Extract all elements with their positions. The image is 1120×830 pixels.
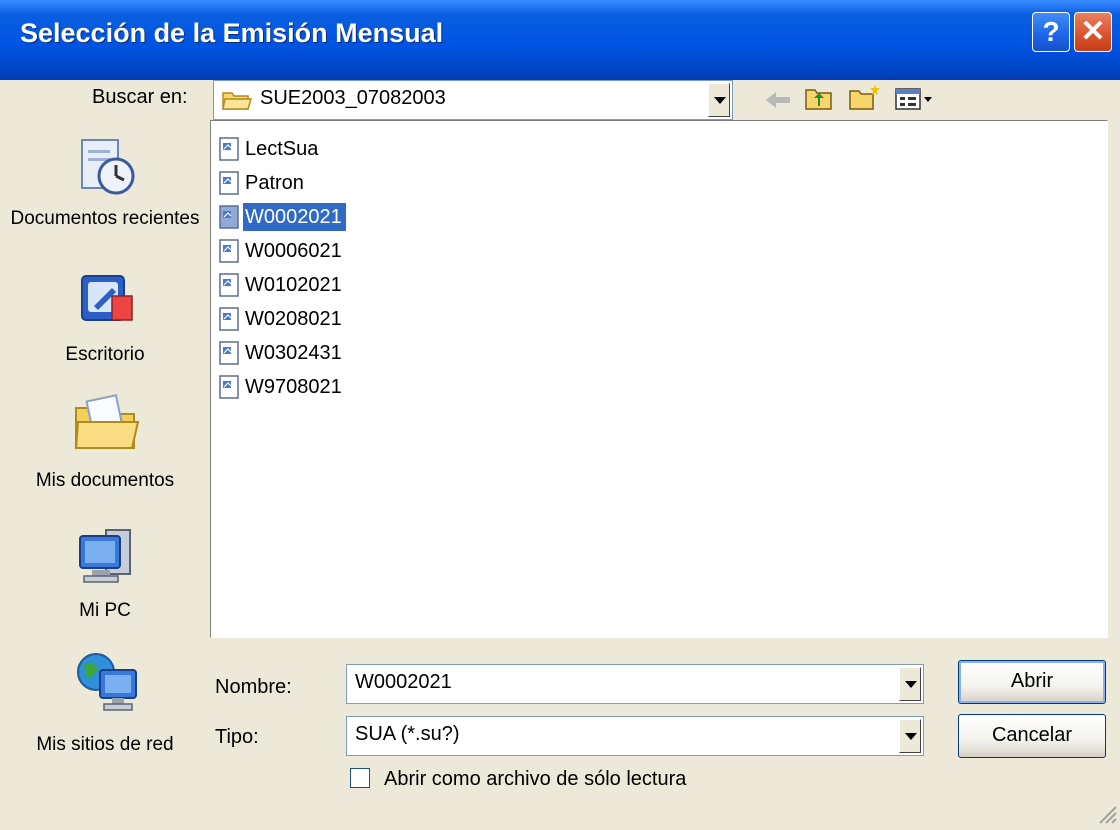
file-name: W0002021	[243, 203, 346, 231]
filetype-combo[interactable]: SUA (*.su?)	[346, 716, 924, 756]
chevron-down-icon	[905, 681, 917, 688]
desktop-icon	[76, 270, 140, 339]
place-label: Mis documentos	[35, 470, 175, 491]
file-icon	[219, 375, 239, 399]
resize-grip-icon[interactable]	[1096, 803, 1118, 825]
file-icon	[219, 239, 239, 263]
filetype-value: SUA (*.su?)	[355, 723, 460, 745]
place-label: Escritorio	[65, 344, 145, 365]
place-label: Documentos recientes	[10, 208, 200, 229]
file-name: W0208021	[245, 308, 342, 330]
lookin-label: Buscar en:	[92, 86, 188, 108]
lookin-combo[interactable]: SUE2003_07082003	[213, 80, 733, 120]
folder-icon	[222, 89, 253, 111]
place-label: Mis sitios de red	[36, 734, 174, 755]
my-documents-icon	[72, 390, 142, 459]
back-icon[interactable]	[764, 88, 792, 117]
recent-documents-icon	[76, 136, 140, 205]
new-folder-icon[interactable]	[848, 82, 882, 117]
filetype-label: Tipo:	[215, 726, 259, 748]
file-name: LectSua	[245, 138, 319, 160]
help-icon: ?	[1042, 16, 1060, 47]
lookin-dropdown-button[interactable]	[708, 83, 730, 117]
place-my-computer[interactable]: Mi PC	[0, 526, 210, 636]
network-places-icon	[76, 650, 140, 725]
places-bar: Documentos recientes Escritorio Mis docu…	[0, 120, 210, 810]
file-name: W0006021	[245, 240, 342, 262]
file-list[interactable]: LectSua Patron W0002021 W0006021 W0102021 W02…	[210, 120, 1108, 638]
open-button[interactable]: Abrir	[958, 660, 1106, 704]
file-name: W0102021	[245, 274, 342, 296]
close-icon: ✕	[1080, 15, 1106, 48]
place-my-documents[interactable]: Mis documentos	[0, 390, 210, 500]
up-folder-icon[interactable]	[804, 84, 834, 117]
file-icon	[219, 307, 239, 331]
place-recent-documents[interactable]: Documentos recientes	[0, 136, 210, 256]
view-menu-icon[interactable]	[894, 86, 934, 117]
readonly-checkbox[interactable]	[350, 768, 370, 788]
file-icon	[219, 171, 239, 195]
filename-value: W0002021	[355, 671, 452, 693]
title-bar[interactable]: Selección de la Emisión Mensual ? ✕	[0, 0, 1120, 80]
file-icon	[219, 273, 239, 297]
place-network-places[interactable]: Mis sitios de red	[0, 650, 210, 770]
place-desktop[interactable]: Escritorio	[0, 270, 210, 380]
file-name: Patron	[245, 172, 304, 194]
dialog-title: Selección de la Emisión Mensual	[20, 18, 444, 48]
file-name: W9708021	[245, 376, 342, 398]
place-label: Mi PC	[79, 600, 131, 621]
lookin-value: SUE2003_07082003	[260, 87, 446, 109]
readonly-label: Abrir como archivo de sólo lectura	[384, 768, 687, 790]
filename-label: Nombre:	[215, 676, 292, 698]
filetype-dropdown-button[interactable]	[899, 719, 921, 753]
file-open-dialog: Selección de la Emisión Mensual ? ✕ Busc…	[0, 0, 1120, 827]
filename-dropdown-button[interactable]	[899, 667, 921, 701]
file-icon	[219, 205, 239, 229]
cancel-button[interactable]: Cancelar	[958, 714, 1106, 758]
filename-combo[interactable]: W0002021	[346, 664, 924, 704]
my-computer-icon	[76, 526, 140, 595]
file-icon	[219, 341, 239, 365]
file-icon	[219, 137, 239, 161]
chevron-down-icon	[905, 733, 917, 740]
file-name: W0302431	[245, 342, 342, 364]
close-button[interactable]: ✕	[1074, 12, 1112, 52]
chevron-down-icon	[714, 97, 726, 104]
help-button[interactable]: ?	[1032, 12, 1070, 52]
